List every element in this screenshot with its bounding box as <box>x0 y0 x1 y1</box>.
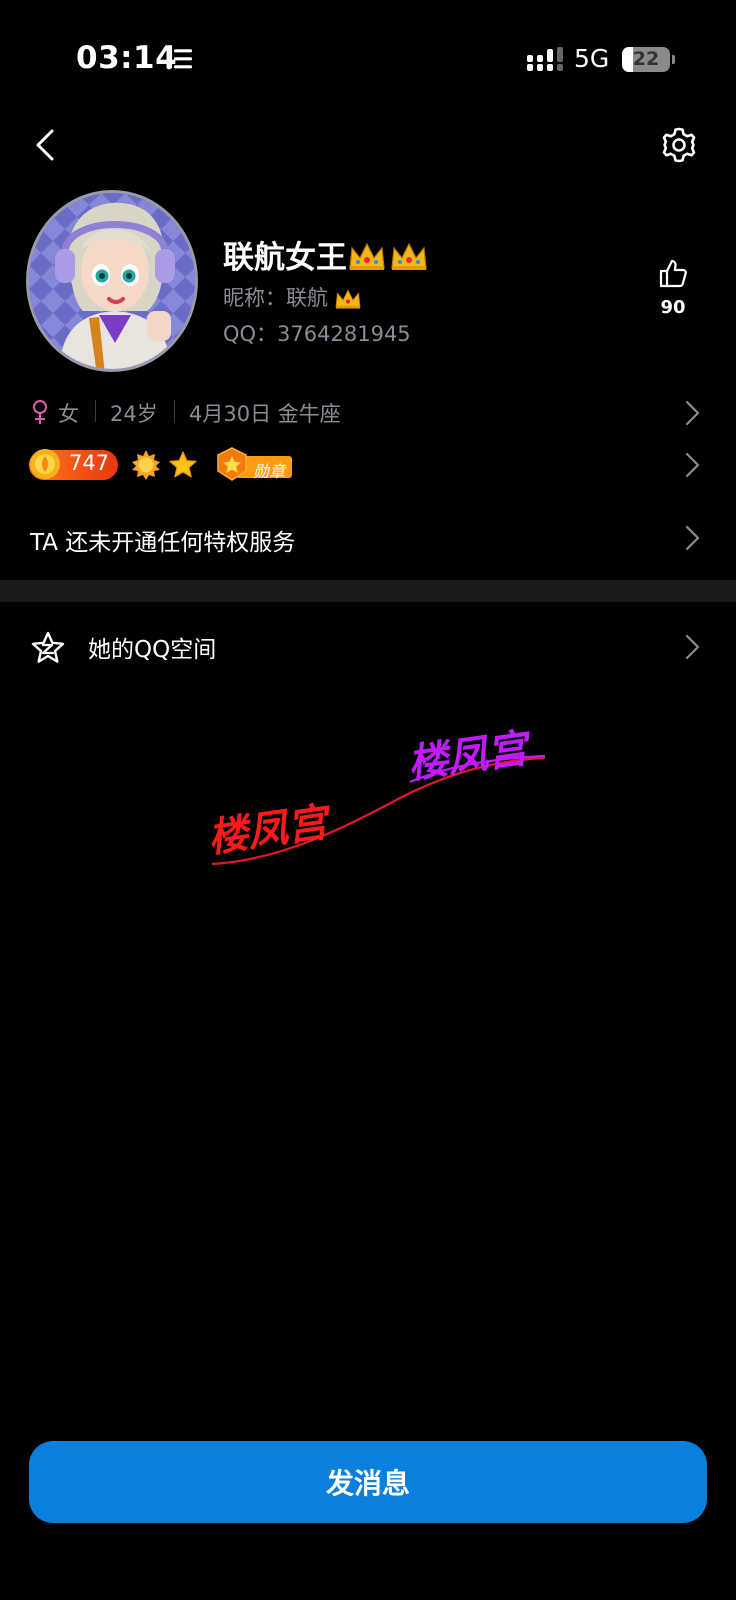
qzone-label[interactable]: 她的QQ空间 <box>88 630 216 664</box>
gender-text: 女 <box>58 402 79 426</box>
separator <box>95 400 96 422</box>
avatar-image <box>29 193 195 369</box>
female-icon <box>33 400 47 424</box>
birthday-text: 4月30日 金牛座 <box>189 402 341 426</box>
section-divider <box>0 580 736 602</box>
star-icon <box>169 451 197 478</box>
avatar[interactable] <box>26 190 198 372</box>
age-text: 24岁 <box>110 402 158 426</box>
sun-icon <box>132 450 160 480</box>
watermark-text-purple: 楼凤宫 <box>405 725 535 788</box>
chevron-right-icon[interactable] <box>682 632 702 662</box>
privilege-text[interactable]: TA 还未开通任何特权服务 <box>30 523 295 557</box>
chevron-right-icon[interactable] <box>682 398 702 428</box>
status-time: 03:14 <box>76 40 178 76</box>
qq-number: QQ：3764281945 <box>223 322 411 346</box>
battery-level: 22 <box>632 48 660 70</box>
network-type: 5G <box>574 44 610 73</box>
battery-icon: 22 <box>622 47 670 72</box>
gear-icon[interactable] <box>660 126 698 164</box>
send-message-button[interactable]: 发消息 <box>29 1441 707 1523</box>
separator <box>174 400 175 422</box>
thumbs-up-icon[interactable] <box>658 258 688 288</box>
watermark-text-red: 楼凤宫 <box>205 799 335 862</box>
chevron-left-icon[interactable] <box>30 124 60 166</box>
chevron-right-icon[interactable] <box>682 523 702 553</box>
battery-cap <box>672 55 675 64</box>
crown-icon <box>349 242 427 270</box>
profile-name: 联航女王 <box>223 240 347 276</box>
signal-icon <box>527 47 563 71</box>
notification-list-icon <box>166 48 192 70</box>
watermark: 楼凤宫 楼凤宫 <box>205 725 546 866</box>
like-count: 90 <box>660 297 686 318</box>
qzone-star-icon <box>31 631 65 663</box>
status-bar: 03:14 5G 22 <box>0 0 736 120</box>
nickname: 昵称：联航 <box>223 286 328 310</box>
crown-icon <box>335 289 361 309</box>
medal-label: 勋章 <box>253 462 286 481</box>
chevron-right-icon[interactable] <box>682 450 702 480</box>
sun-level-icon <box>30 449 60 479</box>
level-value: 747 <box>68 451 110 475</box>
